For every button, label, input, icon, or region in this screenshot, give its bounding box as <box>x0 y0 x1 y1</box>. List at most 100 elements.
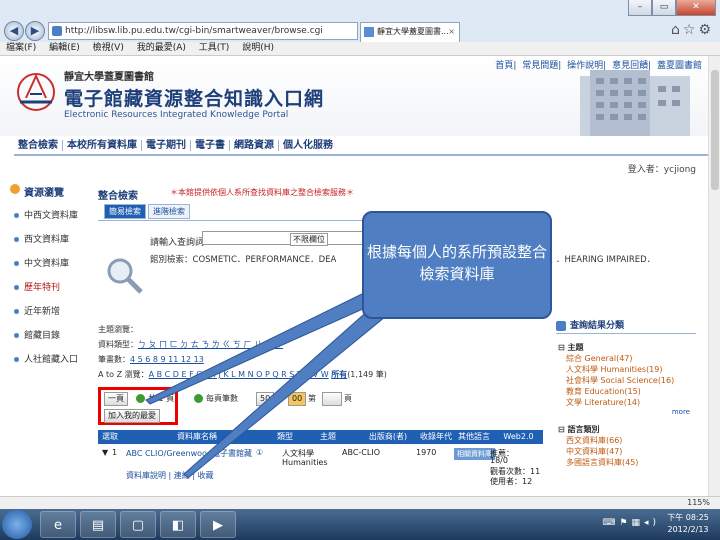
network-icon[interactable]: ▦ <box>631 518 644 528</box>
minimize-button[interactable]: – <box>628 0 652 16</box>
resource-sidebar: 資源瀏覽 中西文資料庫 西文資料庫 中文資料庫 歷年特刊 近年新增 館藏目錄 人… <box>10 184 90 377</box>
filter-az-row: A to Z 瀏覽：A B C D E F G H I J K L M N O … <box>98 369 543 384</box>
menu-tools[interactable]: 工具(T) <box>199 43 230 53</box>
restore-button[interactable]: ▭ <box>652 0 676 16</box>
col-subject: 主題 <box>320 432 336 441</box>
callout-box: 根據每個人的系所預設整合檢索資料庫 <box>362 211 552 319</box>
taskbar: e ▤ ▢ ◧ ▶ ⌨⚑▦◂) 下午 08:25 2012/2/13 <box>0 509 720 540</box>
results-table: 選取 資料庫名稱 類型 主題 出版商(者) 收錄年代 其他語言 Web2.0 ▼… <box>98 430 543 494</box>
start-button[interactable] <box>2 510 32 539</box>
login-label: 登入者： <box>627 165 664 175</box>
facet-item[interactable]: 多國語言資料庫(45) <box>556 457 696 468</box>
forward-button[interactable]: ▶ <box>25 21 45 41</box>
facet-item[interactable]: 文學 Literature(14) <box>556 397 696 408</box>
facet-panel-title: 查詢結果分類 <box>556 318 696 334</box>
goto-page-input[interactable]: 00 <box>288 392 307 406</box>
menu-help[interactable]: 說明(H) <box>242 43 274 53</box>
page-size-select[interactable]: 50 <box>256 392 275 406</box>
toplink-home[interactable]: 首頁 <box>495 61 513 71</box>
filter-stroke-links[interactable]: 4 5 6 8 9 11 12 13 <box>130 355 204 364</box>
favorites-star-icon[interactable]: ☆ <box>683 22 699 38</box>
home-icon[interactable]: ⌂ <box>671 22 683 38</box>
row-publisher: ABC-CLIO <box>342 448 380 457</box>
toplink-faq[interactable]: 常見問題 <box>522 61 558 71</box>
facet-group-subject[interactable]: ⊟ 主題 <box>556 342 696 353</box>
sidebar-item-new[interactable]: 近年新增 <box>10 305 90 329</box>
goto-label: 第 <box>308 394 316 403</box>
menu-edit[interactable]: 編輯(E) <box>49 43 80 53</box>
sidebar-item-chinese-db[interactable]: 中文資料庫 <box>10 257 90 281</box>
row-subject-en: Humanities <box>282 458 328 467</box>
field-select[interactable]: 不限欄位 <box>290 233 328 246</box>
col-select: 選取 <box>102 432 118 441</box>
related-db-badge[interactable]: 相關資料庫 <box>454 448 495 460</box>
facet-item[interactable]: 教育 Education(15) <box>556 386 696 397</box>
login-status: 登入者：ycjiong <box>628 162 696 175</box>
next-icon <box>136 394 145 403</box>
filter-az-links[interactable]: A B C D E F G H I J K L M N O P Q R S T … <box>149 370 329 379</box>
row-title-link[interactable]: ABC CLIO/Greenwood電子書館藏 <box>126 448 252 459</box>
keyboard-icon[interactable]: ⌨ <box>602 518 619 528</box>
browser-tool-icons: ⌂☆⚙ <box>671 22 714 38</box>
address-bar-row: ◀ ▶ http://libsw.lib.pu.edu.tw/cgi-bin/s… <box>0 20 720 42</box>
menu-view[interactable]: 檢視(V) <box>93 43 124 53</box>
sidebar-item-western-db[interactable]: 西文資料庫 <box>10 233 90 257</box>
menu-favorites[interactable]: 我的最愛(A) <box>137 43 186 53</box>
gear-icon[interactable]: ⚙ <box>698 22 714 38</box>
close-window-button[interactable]: ✕ <box>676 0 716 16</box>
url-field[interactable]: http://libsw.lib.pu.edu.tw/cgi-bin/smart… <box>48 22 358 40</box>
sidebar-item-catalog[interactable]: 館藏目錄 <box>10 329 90 353</box>
toplink-library[interactable]: 蓋夏圖書館 <box>657 61 702 71</box>
toplink-guide[interactable]: 操作說明 <box>567 61 603 71</box>
facet-more-link[interactable]: more <box>556 408 696 416</box>
col-language: 其他語言 <box>458 432 490 441</box>
add-favorite-button[interactable]: 加入我的最愛 <box>104 409 160 423</box>
facet-item[interactable]: 西文資料庫(66) <box>556 435 696 446</box>
tab-advanced-search[interactable]: 進階檢索 <box>148 204 190 219</box>
nav-ebooks[interactable]: 電子書 <box>191 140 230 151</box>
filter-type-links[interactable]: ㄅ ㄆ ㄇ ㄈ ㄉ ㄊ ㄋ ㄌ ㄍ ㄎ ㄏ ㄐ ㄑ ㄒ <box>138 340 283 349</box>
presentation-taskbar-icon[interactable]: ◧ <box>160 511 196 538</box>
first-page-button[interactable]: 一頁 <box>104 392 128 406</box>
facet-item[interactable]: 中文資料庫(47) <box>556 446 696 457</box>
page-size-label: 每頁筆數 <box>206 394 238 403</box>
filter-all-link[interactable]: 所有 <box>331 370 347 379</box>
volume-icon[interactable]: ◂) <box>644 518 660 528</box>
sidebar-item-special[interactable]: 歷年特刊 <box>10 281 90 305</box>
clock[interactable]: 下午 08:25 2012/2/13 <box>662 512 714 536</box>
goto-unit: 頁 <box>344 394 352 403</box>
toplink-feedback[interactable]: 意見回饋 <box>612 61 648 71</box>
back-button[interactable]: ◀ <box>4 21 24 41</box>
page-scrollbar[interactable] <box>708 56 720 509</box>
menu-bar: 檔案(F) 編輯(E) 檢視(V) 我的最愛(A) 工具(T) 說明(H) <box>0 42 720 56</box>
media-taskbar-icon[interactable]: ▶ <box>200 511 236 538</box>
sidebar-item-all-db[interactable]: 中西文資料庫 <box>10 209 90 233</box>
scrollbar-thumb[interactable] <box>711 70 719 190</box>
row-check[interactable]: ▼ <box>102 448 108 457</box>
goto-box[interactable] <box>322 392 342 406</box>
facet-item[interactable]: 社會科學 Social Science(16) <box>556 375 696 386</box>
nav-integrated-search[interactable]: 整合檢索 <box>14 140 63 151</box>
browser-tab[interactable]: 靜宜大學蓋夏圖書... × <box>360 22 460 42</box>
facet-item[interactable]: 人文科學 Humanities(19) <box>556 364 696 375</box>
explorer-taskbar-icon[interactable]: ▤ <box>80 511 116 538</box>
nav-personal[interactable]: 個人化服務 <box>279 140 337 151</box>
zoom-level[interactable]: 115% <box>687 497 710 509</box>
tab-close-icon[interactable]: × <box>448 23 455 41</box>
sidebar-item-humanities[interactable]: 人社館藏入口 <box>10 353 90 377</box>
url-text: http://libsw.lib.pu.edu.tw/cgi-bin/smart… <box>65 26 323 36</box>
status-bar: 115% <box>0 496 720 509</box>
menu-file[interactable]: 檔案(F) <box>6 43 36 53</box>
nav-all-databases[interactable]: 本校所有資料庫 <box>63 140 142 151</box>
facet-item[interactable]: 綜合 General(47) <box>556 353 696 364</box>
facet-group-language[interactable]: ⊟ 語言類別 <box>556 424 696 435</box>
flag-icon[interactable]: ⚑ <box>619 518 631 528</box>
ie-taskbar-icon[interactable]: e <box>40 511 76 538</box>
nav-ejournals[interactable]: 電子期刊 <box>142 140 191 151</box>
nav-web-resources[interactable]: 網路資源 <box>230 140 279 151</box>
system-tray: ⌨⚑▦◂) <box>602 518 660 528</box>
col-title: 資料庫名稱 <box>177 432 217 441</box>
tab-simple-search[interactable]: 簡易檢索 <box>104 204 146 219</box>
row-action-links[interactable]: 資料庫說明 | 連線 | 收藏 <box>126 470 214 481</box>
app-taskbar-icon[interactable]: ▢ <box>120 511 156 538</box>
